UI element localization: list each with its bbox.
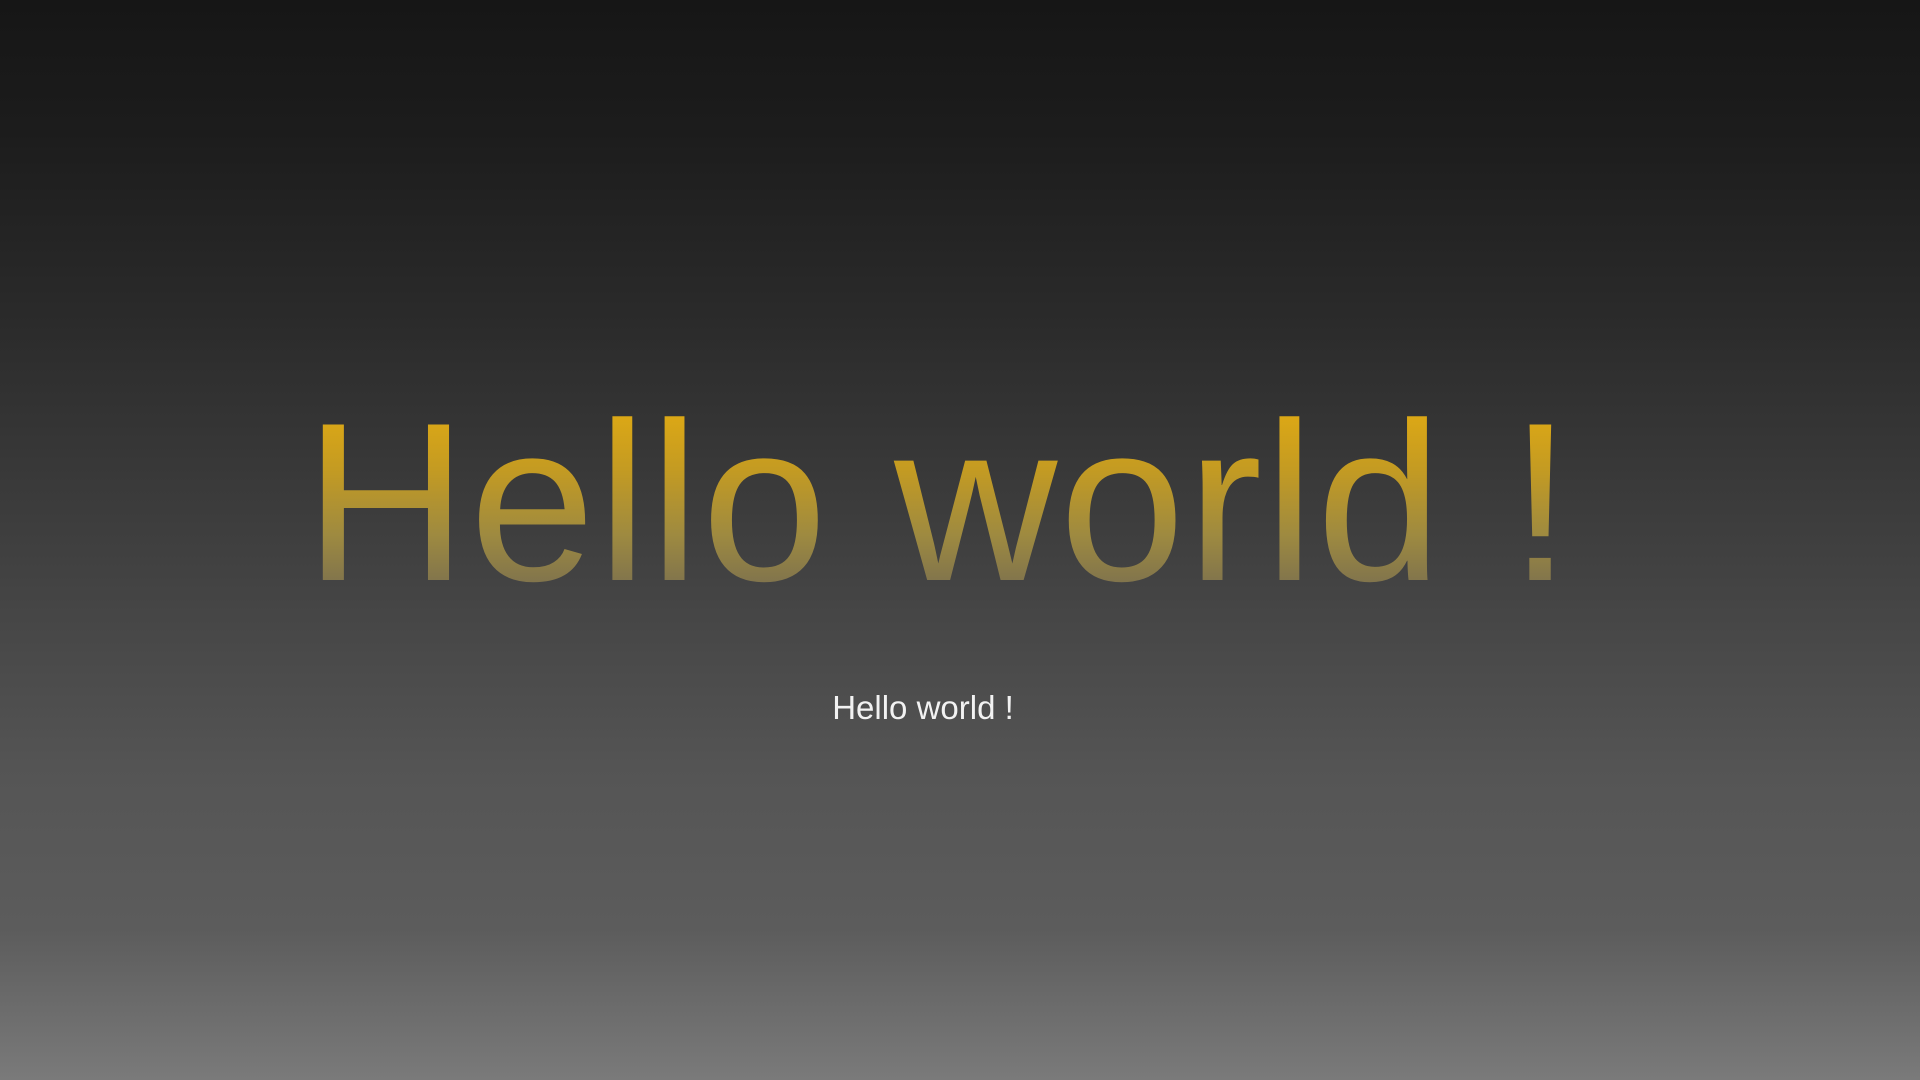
hero-title: Hello world ! [304, 375, 1574, 628]
hero-section: Hello world ! [0, 375, 1920, 642]
subtitle-text: Hello world ! [0, 688, 1920, 728]
subtitle-label: Hello world ! [832, 689, 1014, 726]
